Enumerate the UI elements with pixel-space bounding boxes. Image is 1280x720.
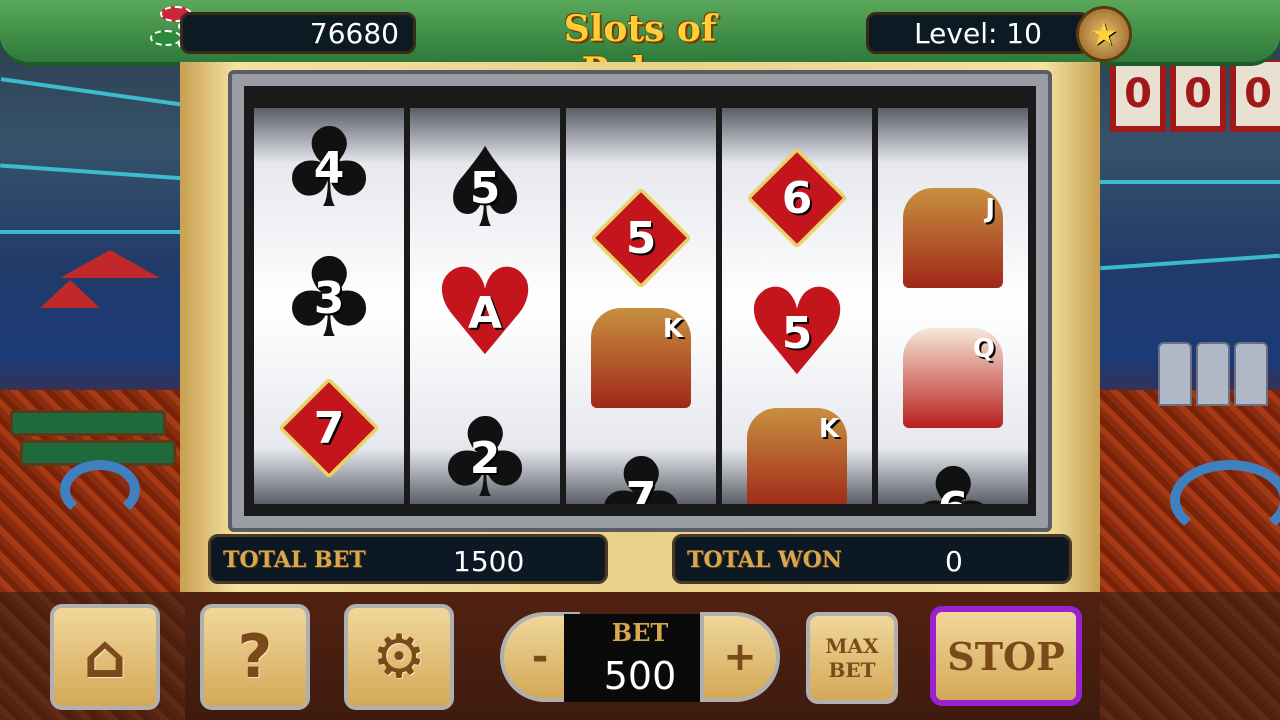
symbol-spades: ♠ 5 [435, 124, 535, 252]
question-icon: ? [237, 622, 273, 692]
stop-label: STOP [947, 633, 1065, 679]
symbol-queen-face: Q [903, 328, 1003, 428]
max-bet-label: MAX BET [825, 634, 879, 682]
help-button[interactable]: ? [200, 604, 310, 710]
total-bet-value: 1500 [453, 545, 525, 578]
stop-button[interactable]: STOP [930, 606, 1082, 706]
reel-3: 5 K ♣ 7 [566, 108, 716, 504]
reel-window: ♣4 ♣3 7 ♠5 ♥A ♣2 5 K ♣7 6 ♥5 K J Q ♣6 [228, 70, 1052, 532]
symbol-jack-face: J [903, 188, 1003, 288]
max-bet-button[interactable]: MAX BET [806, 612, 898, 704]
bet-label: BET [611, 618, 669, 647]
settings-button[interactable]: ⚙ [344, 604, 454, 710]
reel-5: J Q ♣6 [878, 108, 1028, 504]
coin-balance: 76680 [180, 12, 416, 54]
symbol-clubs: ♣ 7 [591, 434, 691, 504]
symbol-king-face: K [747, 408, 847, 504]
symbol-clubs: ♣ 2 [435, 394, 535, 504]
symbol-clubs: ♣ 3 [279, 234, 379, 362]
total-won-panel: TOTAL WON 0 [672, 534, 1072, 584]
star-icon[interactable]: ★ [1076, 6, 1132, 62]
total-bet-label: TOTAL BET [223, 547, 366, 573]
bet-control: - BET 500 + [500, 612, 780, 704]
symbol-diamond: 5 [590, 187, 692, 289]
symbol-clubs: ♣ 4 [279, 108, 379, 232]
bet-display: BET 500 [564, 614, 716, 702]
symbol-king-face: K [591, 308, 691, 408]
symbol-hearts: ♥ 5 [743, 263, 851, 403]
symbol-diamond: 6 [746, 147, 848, 249]
bet-increase-button[interactable]: + [700, 612, 780, 702]
level-label: Level: 10 [914, 16, 1042, 50]
bet-value: 500 [603, 654, 677, 698]
total-bet-panel: TOTAL BET 1500 [208, 534, 608, 584]
gear-icon: ⚙ [372, 622, 426, 692]
symbol-hearts: ♥ A [431, 243, 539, 383]
plus-icon: + [723, 634, 757, 680]
home-icon: ⌂ [83, 622, 127, 692]
coin-balance-value: 76680 [309, 16, 399, 50]
level-display: Level: 10 [866, 12, 1090, 54]
reel-1: ♣ 4 ♣ 3 7 [254, 108, 404, 504]
symbol-clubs: ♣6 [903, 444, 1003, 504]
reel-2: ♠ 5 ♥ A ♣ 2 [410, 108, 560, 504]
total-won-value: 0 [945, 545, 963, 578]
reel-4: 6 ♥ 5 K [722, 108, 872, 504]
total-won-label: TOTAL WON [687, 547, 842, 573]
minus-icon: - [531, 634, 549, 680]
symbol-diamond: 7 [278, 377, 380, 479]
home-button[interactable]: ⌂ [50, 604, 160, 710]
